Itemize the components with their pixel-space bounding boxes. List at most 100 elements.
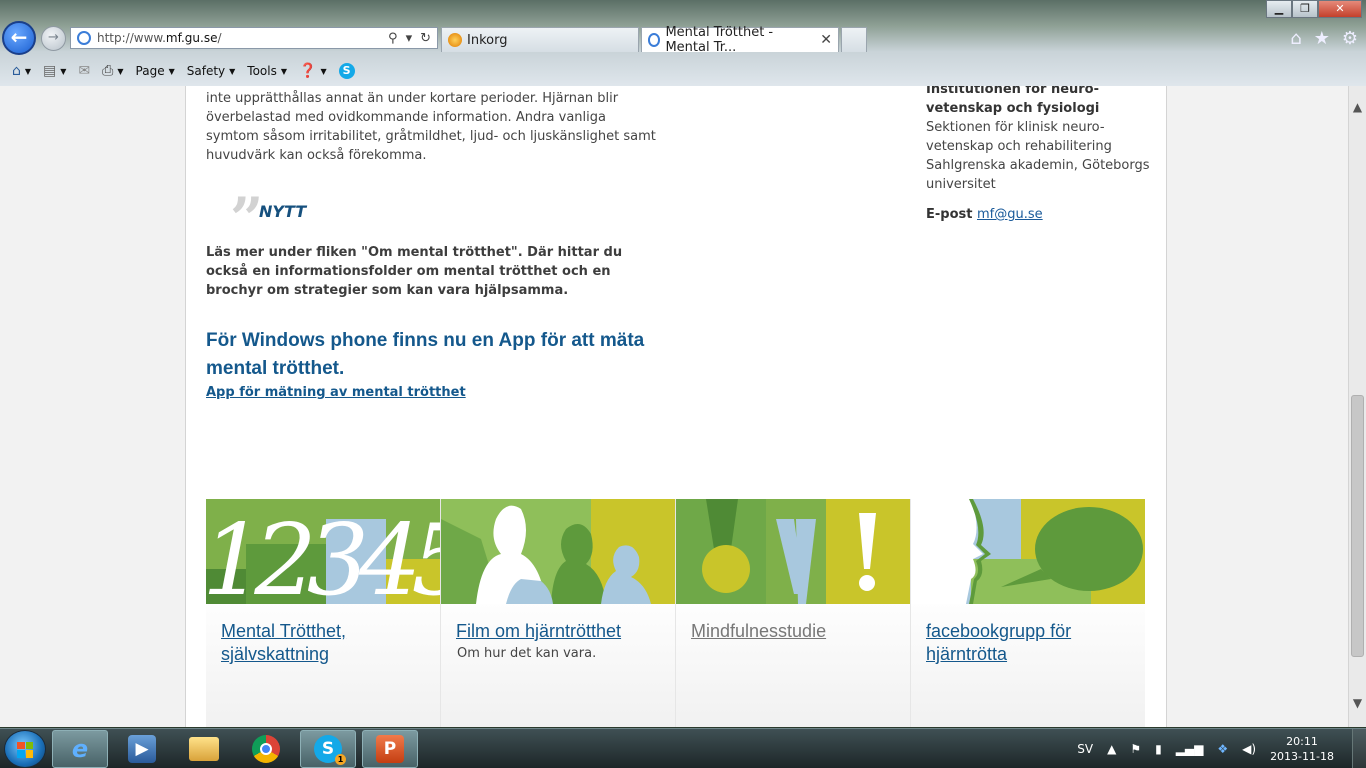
home-icon[interactable]: ⌂ (1290, 28, 1301, 49)
action-center-flag-icon[interactable]: ⚑ (1130, 742, 1141, 756)
safety-menu[interactable]: Safety ▼ (183, 60, 240, 82)
page-menu[interactable]: Page ▼ (132, 60, 179, 82)
clock-time: 20:11 (1286, 734, 1318, 748)
app-link[interactable]: App för mätning av mental trötthet (206, 385, 466, 400)
forward-button[interactable]: → (41, 26, 66, 51)
system-tray: SV ▲ ⚑ ▮ ▂▄▆ ❖ ◀) 20:11 2013-11-18 (1077, 734, 1366, 764)
print-menu[interactable]: ⎙ ▼ (98, 60, 127, 82)
powerpoint-icon: P (376, 734, 404, 763)
tile-facebook[interactable]: facebookgrupp för hjärntrötta (911, 499, 1145, 727)
help-menu[interactable]: ❓ ▼ (295, 60, 331, 82)
tile-self-assessment[interactable]: 12345 Mental Trötthet, självskattning (206, 499, 440, 727)
internet-explorer-icon: e (71, 734, 89, 763)
skype-notification-badge: 1 (335, 753, 346, 765)
taskbar-powerpoint[interactable]: P (362, 729, 418, 768)
browser-chrome: ▁ ❐ ✕ ← → http://www.mf.gu.se/ ⚲ ▾ ↻ Ink… (0, 0, 1366, 86)
scroll-up-icon[interactable]: ▲ (1349, 99, 1366, 116)
search-icon[interactable]: ⚲ (388, 31, 398, 46)
email-link[interactable]: mf@gu.se (977, 207, 1043, 222)
taskbar-media-player[interactable]: ▶ (114, 730, 170, 768)
start-button[interactable] (4, 729, 46, 768)
skype-button[interactable]: S (335, 60, 359, 82)
address-bar[interactable]: http://www.mf.gu.se/ ⚲ ▾ ↻ (70, 27, 438, 49)
contact-sidebar: Institutionen för neuro-vetenskap och fy… (926, 86, 1156, 224)
skype-icon: S1 (314, 734, 346, 765)
tab-inkorg[interactable]: Inkorg (441, 27, 639, 52)
home-icon: ⌂ (12, 63, 21, 79)
chevron-down-icon[interactable]: ▾ (406, 31, 413, 46)
numbers-image[interactable]: 12345 (206, 499, 440, 604)
favorites-star-icon[interactable]: ★ (1314, 28, 1330, 49)
ie-page-icon (77, 31, 91, 45)
tile-title[interactable]: Mental Trötthet, självskattning (221, 620, 424, 666)
refresh-icon[interactable]: ↻ (420, 31, 431, 46)
page-viewport: inte upprätthållas annat än under kortar… (0, 86, 1366, 727)
new-tab-button[interactable] (841, 27, 867, 52)
speech-image[interactable] (911, 499, 1145, 604)
battery-icon[interactable]: ▮ (1155, 742, 1162, 756)
rss-icon: ▤ (43, 63, 57, 79)
clock-date: 2013-11-18 (1270, 749, 1334, 763)
network-signal-icon[interactable]: ▂▄▆ (1176, 742, 1204, 756)
settings-gear-icon[interactable]: ⚙ (1342, 28, 1358, 49)
mail-icon: ✉ (78, 63, 91, 79)
tile-description: Om hur det kan vara. (457, 646, 597, 661)
help-icon: ❓ (299, 63, 317, 79)
dropbox-icon[interactable]: ❖ (1217, 742, 1228, 756)
feature-tiles: 12345 Mental Trötthet, självskattning (206, 499, 1145, 727)
command-bar: ⌂ ▼ ▤ ▼ ✉ ⎙ ▼ Page ▼ Safety ▼ Tools ▼ ❓ ▼ S (0, 58, 1366, 84)
volume-icon[interactable]: ◀) (1242, 742, 1256, 756)
taskbar-internet-explorer[interactable]: e (52, 729, 108, 768)
feeds-menu[interactable]: ▤ ▼ (39, 60, 70, 82)
read-mail-button[interactable]: ✉ (74, 60, 94, 82)
news-label: NYTT (259, 202, 307, 221)
skype-icon: S (338, 63, 355, 79)
printer-icon: ⎙ (102, 63, 114, 79)
mail-favicon-icon (448, 33, 462, 47)
show-hidden-icons-icon[interactable]: ▲ (1107, 742, 1116, 756)
taskbar: e ▶ S1 P SV ▲ ⚑ ▮ ▂▄▆ ❖ ◀) 20:11 2013-11… (0, 728, 1366, 768)
language-indicator[interactable]: SV (1077, 742, 1093, 756)
address-url[interactable]: http://www.mf.gu.se/ (97, 31, 388, 45)
tile-title[interactable]: facebookgrupp för hjärntrötta (926, 620, 1129, 666)
email-row: E-post mf@gu.se (926, 207, 1043, 222)
mindfulness-image[interactable] (676, 499, 910, 604)
minimize-button[interactable]: ▁ (1266, 0, 1292, 18)
tile-film[interactable]: Film om hjärntrötthet Om hur det kan var… (441, 499, 675, 727)
taskbar-skype[interactable]: S1 (300, 729, 356, 768)
news-paragraph: Läs mer under fliken "Om mental trötthet… (206, 245, 623, 298)
close-window-button[interactable]: ✕ (1318, 0, 1362, 18)
scroll-thumb[interactable] (1351, 395, 1364, 657)
close-tab-icon[interactable]: ✕ (820, 32, 832, 48)
news-quote: ” NYTT (206, 185, 661, 253)
chrome-icon (252, 734, 280, 763)
taskbar-explorer[interactable] (176, 730, 232, 768)
scroll-down-icon[interactable]: ▼ (1349, 695, 1366, 712)
ie-favicon-icon (648, 33, 661, 47)
maximize-button[interactable]: ❐ (1292, 0, 1318, 18)
tile-title[interactable]: Film om hjärntrötthet (456, 620, 659, 643)
institution-name: Institutionen för neuro-vetenskap och fy… (926, 86, 1100, 116)
silhouettes-image[interactable] (441, 499, 675, 604)
clock[interactable]: 20:11 2013-11-18 (1270, 734, 1334, 764)
folder-icon (189, 736, 219, 761)
windows-logo-icon (17, 741, 33, 758)
tab-mental-trotthet[interactable]: Mental Trötthet - Mental Tr... ✕ (641, 25, 839, 55)
back-button[interactable]: ← (2, 21, 36, 55)
media-player-icon: ▶ (128, 734, 156, 763)
main-column: inte upprätthållas annat än under kortar… (206, 86, 661, 400)
window-controls: ▁ ❐ ✕ (1266, 0, 1362, 18)
tile-numbers-text: 12345 (206, 504, 440, 604)
intro-paragraph: inte upprätthållas annat än under kortar… (206, 91, 656, 163)
vertical-scrollbar[interactable]: ▲ ▼ (1348, 86, 1366, 727)
quote-mark-icon: ” (230, 185, 264, 253)
section-name: Sektionen för klinisk neuro-vetenskap oc… (926, 120, 1150, 192)
tile-title[interactable]: Mindfulnesstudie (691, 620, 894, 643)
taskbar-chrome[interactable] (238, 730, 294, 768)
tools-menu[interactable]: Tools ▼ (243, 60, 291, 82)
show-desktop-button[interactable] (1352, 729, 1366, 768)
home-menu[interactable]: ⌂ ▼ (8, 60, 35, 82)
tile-mindfulness[interactable]: Mindfulnesstudie (676, 499, 910, 727)
windows-phone-heading: För Windows phone finns nu en App för at… (206, 330, 645, 379)
page-content: inte upprätthållas annat än under kortar… (185, 86, 1167, 727)
